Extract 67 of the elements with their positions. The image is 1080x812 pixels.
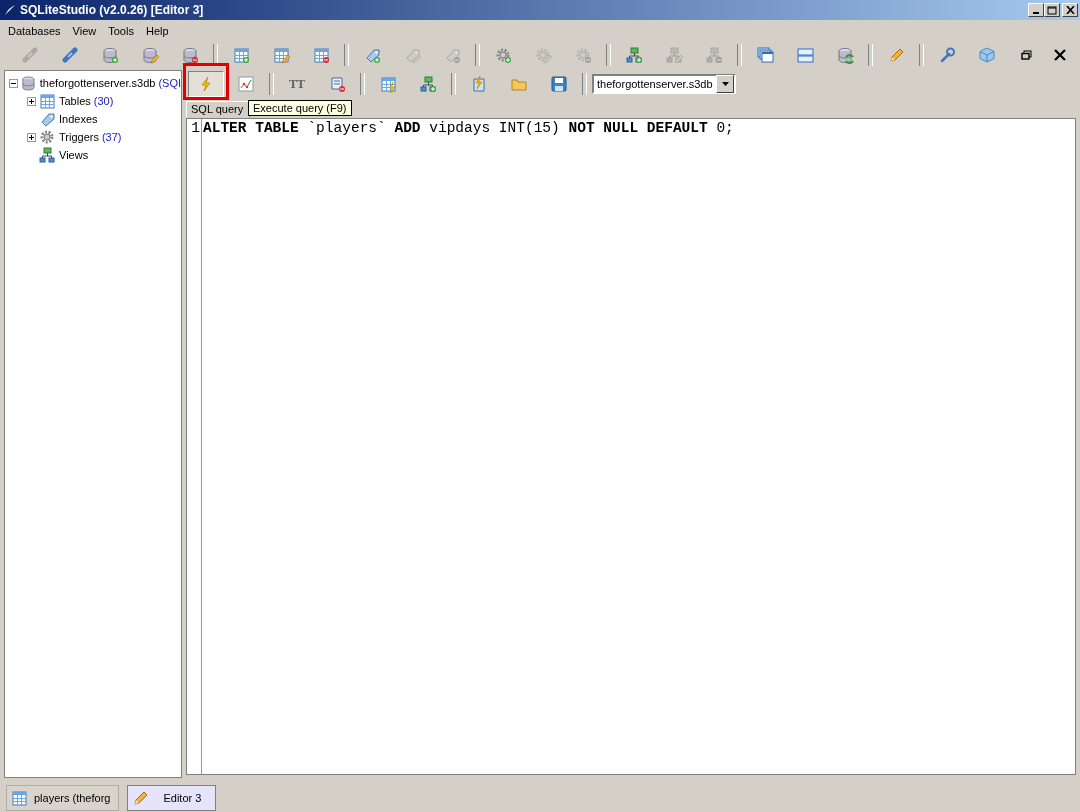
item-count: (30) xyxy=(93,95,114,107)
tree-item[interactable]: theforgottenserver.s3db xyxy=(39,77,156,89)
expand-toggle[interactable] xyxy=(27,96,36,106)
table-icon xyxy=(39,92,56,110)
database-edit-icon xyxy=(141,46,159,64)
gear-add-icon xyxy=(494,46,512,64)
table-add-icon xyxy=(232,46,250,64)
editor-tab[interactable]: SQL query xyxy=(186,101,251,118)
tooltip: Execute query (F9) xyxy=(248,100,352,116)
sql-editor[interactable]: 1 ALTER TABLE `players` ADD vipdays INT(15) NOT NULL DEFAULT 0; xyxy=(186,118,1076,775)
chart-icon xyxy=(237,75,255,93)
menu-item[interactable]: Databases xyxy=(2,25,67,37)
line-number: 1 xyxy=(190,119,201,137)
toolbar-button[interactable]: TT xyxy=(277,71,317,97)
database-icon xyxy=(21,74,37,92)
menu-item[interactable]: Tools xyxy=(102,25,140,37)
tree-item[interactable]: Triggers xyxy=(59,131,99,143)
plus-icon xyxy=(28,133,35,141)
scroll-remove-icon xyxy=(328,75,346,93)
window-tab[interactable]: Editor 3 xyxy=(127,785,217,811)
document-lightning-icon xyxy=(470,75,488,93)
expand-toggle[interactable] xyxy=(27,132,36,142)
rows-icon xyxy=(796,46,814,64)
item-count: (37) xyxy=(101,131,122,143)
dropdown-arrow-icon xyxy=(721,82,729,86)
table-edit-icon xyxy=(272,46,290,64)
table-lightning-icon xyxy=(379,75,397,93)
table-icon xyxy=(11,789,28,807)
menu-item[interactable]: View xyxy=(66,25,103,37)
collapse-toggle[interactable] xyxy=(9,78,18,88)
database-add-icon xyxy=(101,46,119,64)
minimize-button[interactable] xyxy=(1028,3,1044,17)
network-edit-icon xyxy=(665,46,683,64)
maximize-icon xyxy=(1047,5,1057,15)
tree-item[interactable]: Indexes xyxy=(59,113,98,125)
feather-icon xyxy=(4,4,16,16)
toolbar-button[interactable] xyxy=(188,71,224,97)
close-icon xyxy=(1065,6,1075,14)
table-remove-icon xyxy=(312,46,330,64)
tree-item[interactable]: Tables xyxy=(59,95,91,107)
pencil-icon xyxy=(132,789,150,807)
tree-item[interactable]: Views xyxy=(59,149,89,161)
gear-icon xyxy=(39,128,56,146)
gear-remove-icon xyxy=(574,46,592,64)
floppy-icon xyxy=(550,75,568,93)
database-refresh-icon xyxy=(836,46,854,64)
network-icon xyxy=(39,146,56,164)
database-type: (SQI xyxy=(158,77,181,89)
network-add-icon xyxy=(419,75,437,93)
code-line: ALTER TABLE `players` ADD vipdays INT(15) NOT NULL DEFAULT 0; xyxy=(203,119,734,137)
close-button[interactable] xyxy=(1062,3,1078,17)
restore-icon[interactable] xyxy=(1021,50,1032,60)
menu-item[interactable]: Help xyxy=(139,25,175,37)
gear-edit-icon xyxy=(534,46,552,64)
close-icon[interactable] xyxy=(1054,49,1066,61)
window-tab[interactable]: players (theforg xyxy=(6,785,120,811)
plus-icon xyxy=(28,97,35,105)
maximize-button[interactable] xyxy=(1044,3,1060,17)
cube-icon xyxy=(978,46,996,64)
network-remove-icon xyxy=(705,46,723,64)
window-title: SQLiteStudio (v2.0.26) [Editor 3] xyxy=(20,3,205,17)
network-add-icon xyxy=(625,46,643,64)
tag-icon xyxy=(39,110,56,128)
database-remove-icon xyxy=(181,46,199,64)
pencil-icon xyxy=(887,46,905,64)
windows-icon xyxy=(756,46,774,64)
database-select[interactable]: theforgottenserver.s3db xyxy=(592,74,736,94)
